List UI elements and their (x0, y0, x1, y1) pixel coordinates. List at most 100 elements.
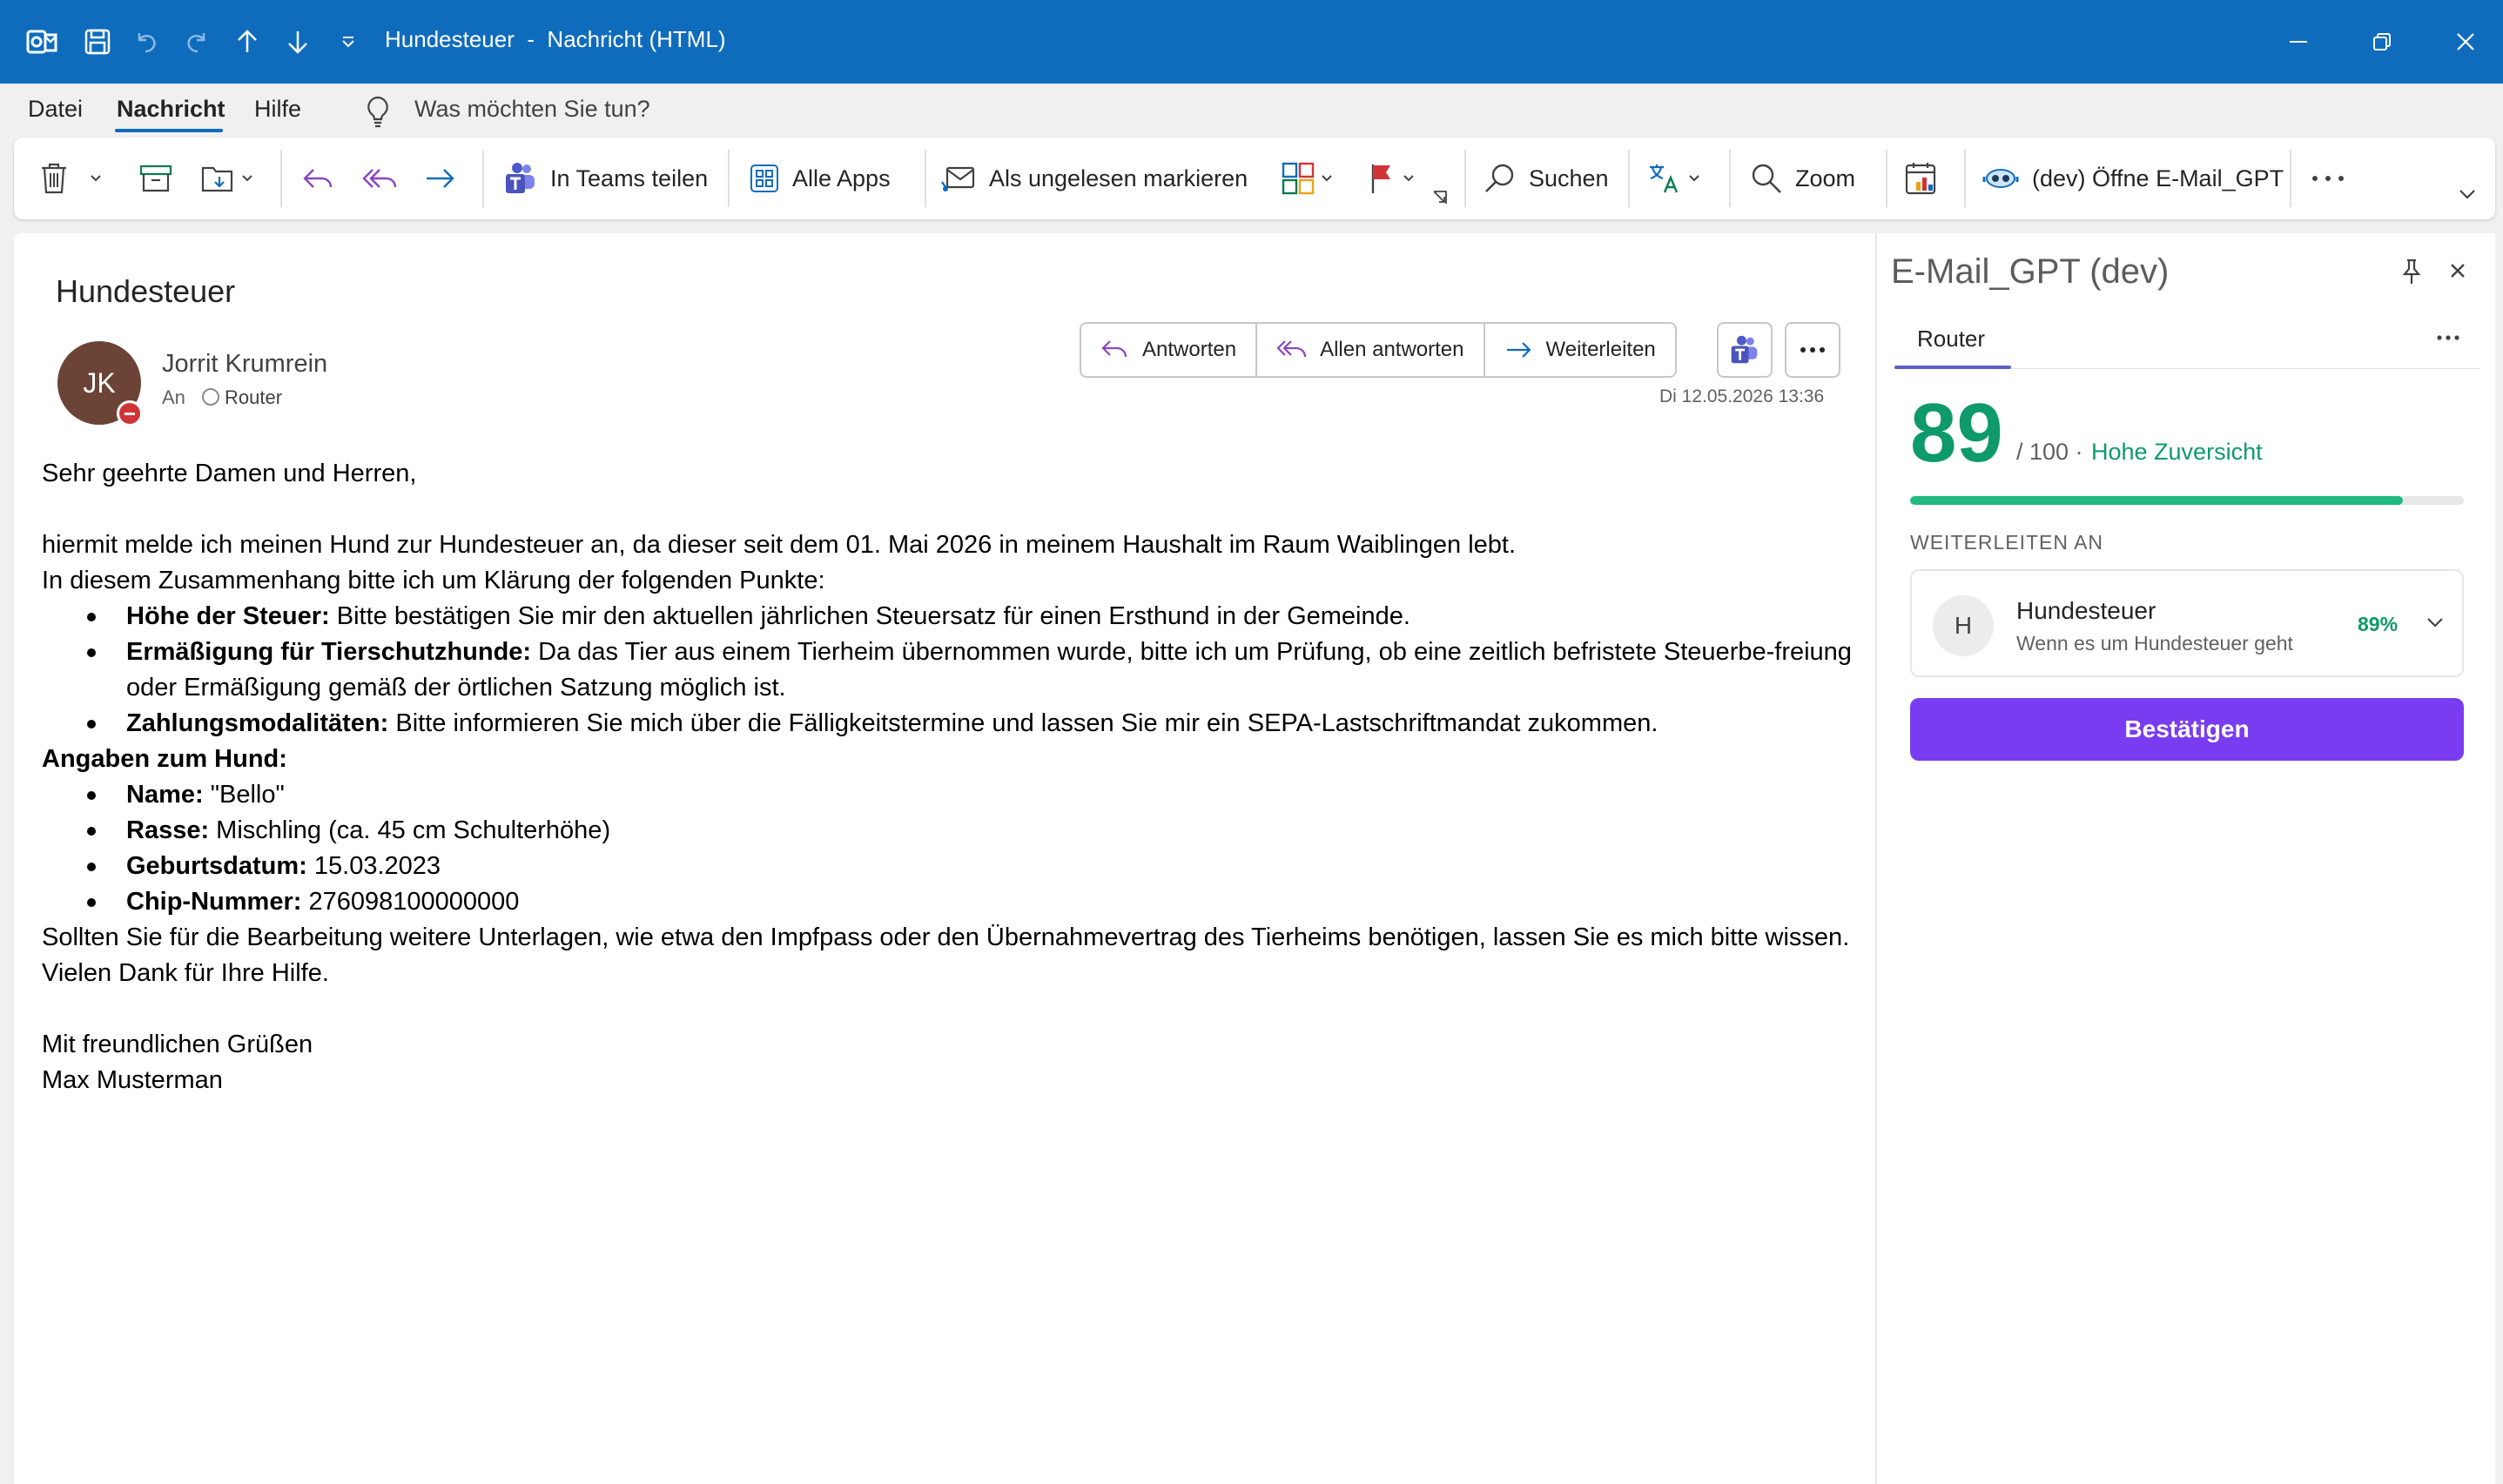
forward-ribbon-button[interactable] (423, 157, 458, 200)
redo-icon[interactable] (178, 23, 216, 61)
restore-button[interactable] (2361, 21, 2403, 63)
confirm-button[interactable]: Bestätigen (1910, 698, 2464, 761)
flag-button[interactable] (1369, 157, 1416, 200)
ribbon-separator (1729, 150, 1731, 207)
open-email-gpt-button[interactable]: (dev) Öffne E-Mail_GPT (1982, 157, 2284, 200)
reply-label: Antworten (1142, 338, 1237, 361)
ribbon-separator (2290, 150, 2291, 207)
more-commands-button[interactable] (2311, 157, 2345, 200)
zoom-icon (1750, 162, 1783, 195)
menu-datei[interactable]: Datei (28, 96, 83, 123)
more-horizontal-icon[interactable] (2436, 334, 2460, 341)
share-teams-label: In Teams teilen (550, 165, 709, 191)
forward-to-label: WEITERLEITEN AN (1910, 531, 2104, 554)
sender-name[interactable]: Jorrit Krumrein (162, 350, 327, 379)
message-actions: Antworten Allen antworten Weiterleiten (1080, 322, 1677, 378)
tell-me-search[interactable]: Was möchten Sie tun? (414, 96, 650, 123)
dialog-launcher-icon[interactable] (1431, 186, 1449, 209)
recipient-name[interactable]: Router (225, 386, 282, 409)
list-item: Zahlungsmodalitäten: Bitte informieren S… (42, 706, 1861, 742)
envelope-icon (940, 163, 977, 194)
message-date: Di 12.05.2026 13:36 (1659, 386, 1825, 406)
search-label: Suchen (1529, 165, 1609, 191)
addin-pane: E-Mail_GPT (dev) Router 89 / 100 · Hohe … (1875, 233, 2495, 1484)
categorize-button[interactable] (1282, 157, 1334, 200)
route-avatar: H (1933, 595, 1994, 656)
search-button[interactable]: Suchen (1484, 157, 1609, 200)
reply-ribbon-button[interactable] (301, 157, 336, 200)
save-icon[interactable] (78, 23, 117, 61)
chevron-down-icon[interactable] (1320, 173, 1334, 184)
reply-icon (301, 163, 336, 194)
forward-icon (423, 163, 458, 194)
progress-fill (1910, 496, 2404, 505)
list-item: Chip-Nummer: 276098100000000 (42, 884, 1861, 920)
translate-icon (1647, 162, 1682, 195)
calendar-chart-icon (1905, 161, 1938, 196)
ribbon-separator (1628, 150, 1630, 207)
reply-all-label: Allen antworten (1320, 338, 1464, 361)
more-actions-button[interactable] (1785, 322, 1840, 378)
to-label: An (162, 386, 185, 408)
translate-button[interactable] (1647, 157, 1701, 200)
greeting: Sehr geehrte Damen und Herren, (42, 460, 417, 487)
zoom-button[interactable]: Zoom (1750, 157, 1855, 200)
list-item: Name: "Bello" (42, 777, 1861, 813)
viva-insights-button[interactable] (1905, 157, 1938, 200)
avatar-initials: JK (83, 366, 116, 399)
all-apps-label: Alle Apps (792, 165, 891, 191)
undo-icon[interactable] (127, 23, 165, 61)
points-list: Höhe der Steuer: Bitte bestätigen Sie mi… (42, 599, 1861, 742)
robot-icon (1982, 163, 2020, 194)
ribbon-separator (1464, 150, 1466, 207)
confidence-progress (1910, 496, 2464, 505)
move-button[interactable] (200, 157, 254, 200)
reply-all-icon (362, 163, 399, 194)
score-max: / 100 · (2016, 439, 2083, 465)
more-horizontal-icon (1800, 347, 1825, 353)
customize-toolbar-icon[interactable] (329, 23, 367, 61)
reply-button[interactable]: Antworten (1081, 324, 1258, 376)
zoom-label: Zoom (1795, 165, 1856, 191)
teams-icon (503, 161, 538, 196)
ribbon-expand-button[interactable] (2457, 181, 2478, 207)
archive-button[interactable] (139, 157, 172, 200)
trash-icon (38, 161, 70, 196)
close-icon[interactable] (2448, 261, 2467, 280)
minimize-button[interactable] (2278, 21, 2319, 63)
reading-pane: Hundesteuer JK Jorrit Krumrein An Router… (14, 233, 1875, 1484)
close-window-button[interactable] (2445, 21, 2486, 63)
route-percent: 89% (2358, 613, 2399, 635)
chevron-down-icon[interactable] (2426, 616, 2445, 628)
reply-all-button[interactable]: Allen antworten (1257, 324, 1485, 376)
menu-hilfe[interactable]: Hilfe (254, 96, 301, 123)
share-teams-button[interactable]: In Teams teilen (503, 157, 708, 200)
route-suggestion-card[interactable]: H Hundesteuer Wenn es um Hundesteuer geh… (1910, 569, 2464, 677)
chevron-down-icon[interactable] (240, 173, 254, 184)
categorize-icon (1282, 162, 1315, 195)
delete-button[interactable] (38, 157, 103, 200)
move-to-folder-icon (200, 163, 235, 194)
ribbon-separator (482, 150, 484, 207)
all-apps-button[interactable]: Alle Apps (749, 157, 891, 200)
tab-router[interactable]: Router (1917, 326, 1985, 353)
ribbon-separator (1886, 150, 1887, 207)
reply-all-ribbon-button[interactable] (362, 157, 399, 200)
mark-unread-button[interactable]: Als ungelesen markieren (940, 157, 1248, 200)
active-menu-indicator (115, 129, 223, 132)
forward-button[interactable]: Weiterleiten (1485, 324, 1675, 376)
outlook-logo-icon (23, 23, 61, 61)
chevron-down-icon[interactable] (1687, 173, 1701, 184)
share-teams-message-button[interactable] (1717, 322, 1773, 378)
teams-icon (1731, 335, 1758, 364)
message-body: Sehr geehrte Damen und Herren, hiermit m… (42, 456, 1861, 1098)
pin-icon[interactable] (2399, 258, 2424, 285)
arrow-up-icon[interactable] (228, 23, 266, 61)
arrow-down-icon[interactable] (279, 23, 317, 61)
archive-icon (139, 164, 172, 193)
menu-nachricht[interactable]: Nachricht (117, 96, 225, 123)
route-name: Hundesteuer (2016, 597, 2156, 624)
chevron-down-icon[interactable] (1402, 173, 1416, 184)
chevron-down-icon[interactable] (89, 173, 103, 184)
route-description: Wenn es um Hundesteuer geht (2016, 632, 2293, 655)
